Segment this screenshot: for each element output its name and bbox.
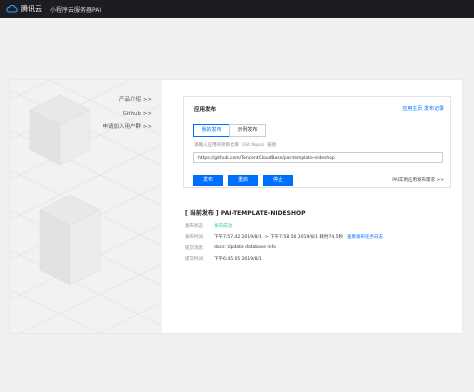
sidebar-item-join-group[interactable]: 申请加入用户群 >> (103, 121, 152, 135)
info-row-deploy-time: 发布时间 下午7:57.42 2019/8/1 -> 下午7:58.56 201… (185, 234, 383, 240)
repo-url-input[interactable]: https://github.com/TencentCloudBase/pai-… (193, 152, 443, 163)
deploy-title: 应用发布 (194, 107, 217, 113)
main-card: 产品介绍 >> Github >> 申请加入用户群 >> 应用发布 应用主页 发… (10, 80, 462, 333)
sidebar-item-github[interactable]: Github >> (103, 108, 152, 122)
tab-my-deploy[interactable]: 我的发布 (193, 124, 230, 137)
brand-name[interactable]: 腾讯云 (21, 4, 42, 14)
info-row-commit-message: 提交消息 docs: Update database info (185, 245, 276, 251)
sidebar: 产品介绍 >> Github >> 申请加入用户群 >> (10, 80, 162, 333)
deploy-panel: 应用发布 应用主页 发布记录 我的发布 示例发布 请输入应用的项目仓库（Git … (183, 96, 451, 188)
status-badge: 发布成功 (214, 224, 232, 229)
info-key: 提交消息 (185, 246, 203, 251)
app-home-history-link[interactable]: 应用主页 发布记录 (402, 105, 444, 112)
view-log-link[interactable]: 查看发布任务日志 (347, 234, 383, 240)
repo-label: 请输入应用的项目仓库（Git Repo）链接 (194, 143, 277, 148)
info-key: 发布状态 (185, 224, 203, 229)
tencent-cloud-logo-icon[interactable] (6, 5, 18, 13)
info-key: 提交时间 (185, 257, 203, 262)
product-name: 小程序云服务器PAI (50, 6, 102, 14)
current-deploy-title: [ 当前发布 ] PAI-TEMPLATE-NIDESHOP (185, 210, 306, 217)
sidebar-links: 产品介绍 >> Github >> 申请加入用户群 >> (103, 94, 152, 135)
restart-button[interactable]: 重启 (228, 175, 258, 186)
info-value: docs: Update database info (214, 245, 276, 250)
sidebar-item-product-intro[interactable]: 产品介绍 >> (103, 94, 152, 108)
stop-button[interactable]: 停止 (263, 175, 293, 186)
deploy-tabs: 我的发布 示例发布 (193, 124, 266, 137)
info-value: 下午7:57.42 2019/8/1 -> 下午7:58.56 2019/8/1… (214, 235, 344, 240)
tab-sample-deploy[interactable]: 示例发布 (229, 124, 266, 137)
deploy-request-link[interactable]: PAI实例应用发布需求 >> (392, 177, 444, 183)
info-key: 发布时间 (185, 235, 203, 240)
info-row-status: 发布状态 发布成功 (185, 223, 232, 229)
deploy-button[interactable]: 发布 (193, 175, 223, 186)
info-row-commit-time: 提交时间 下午6:45.05 2019/8/1 (185, 256, 262, 262)
info-value: 下午6:45.05 2019/8/1 (214, 257, 262, 262)
top-bar: 腾讯云 小程序云服务器PAI (0, 0, 474, 18)
